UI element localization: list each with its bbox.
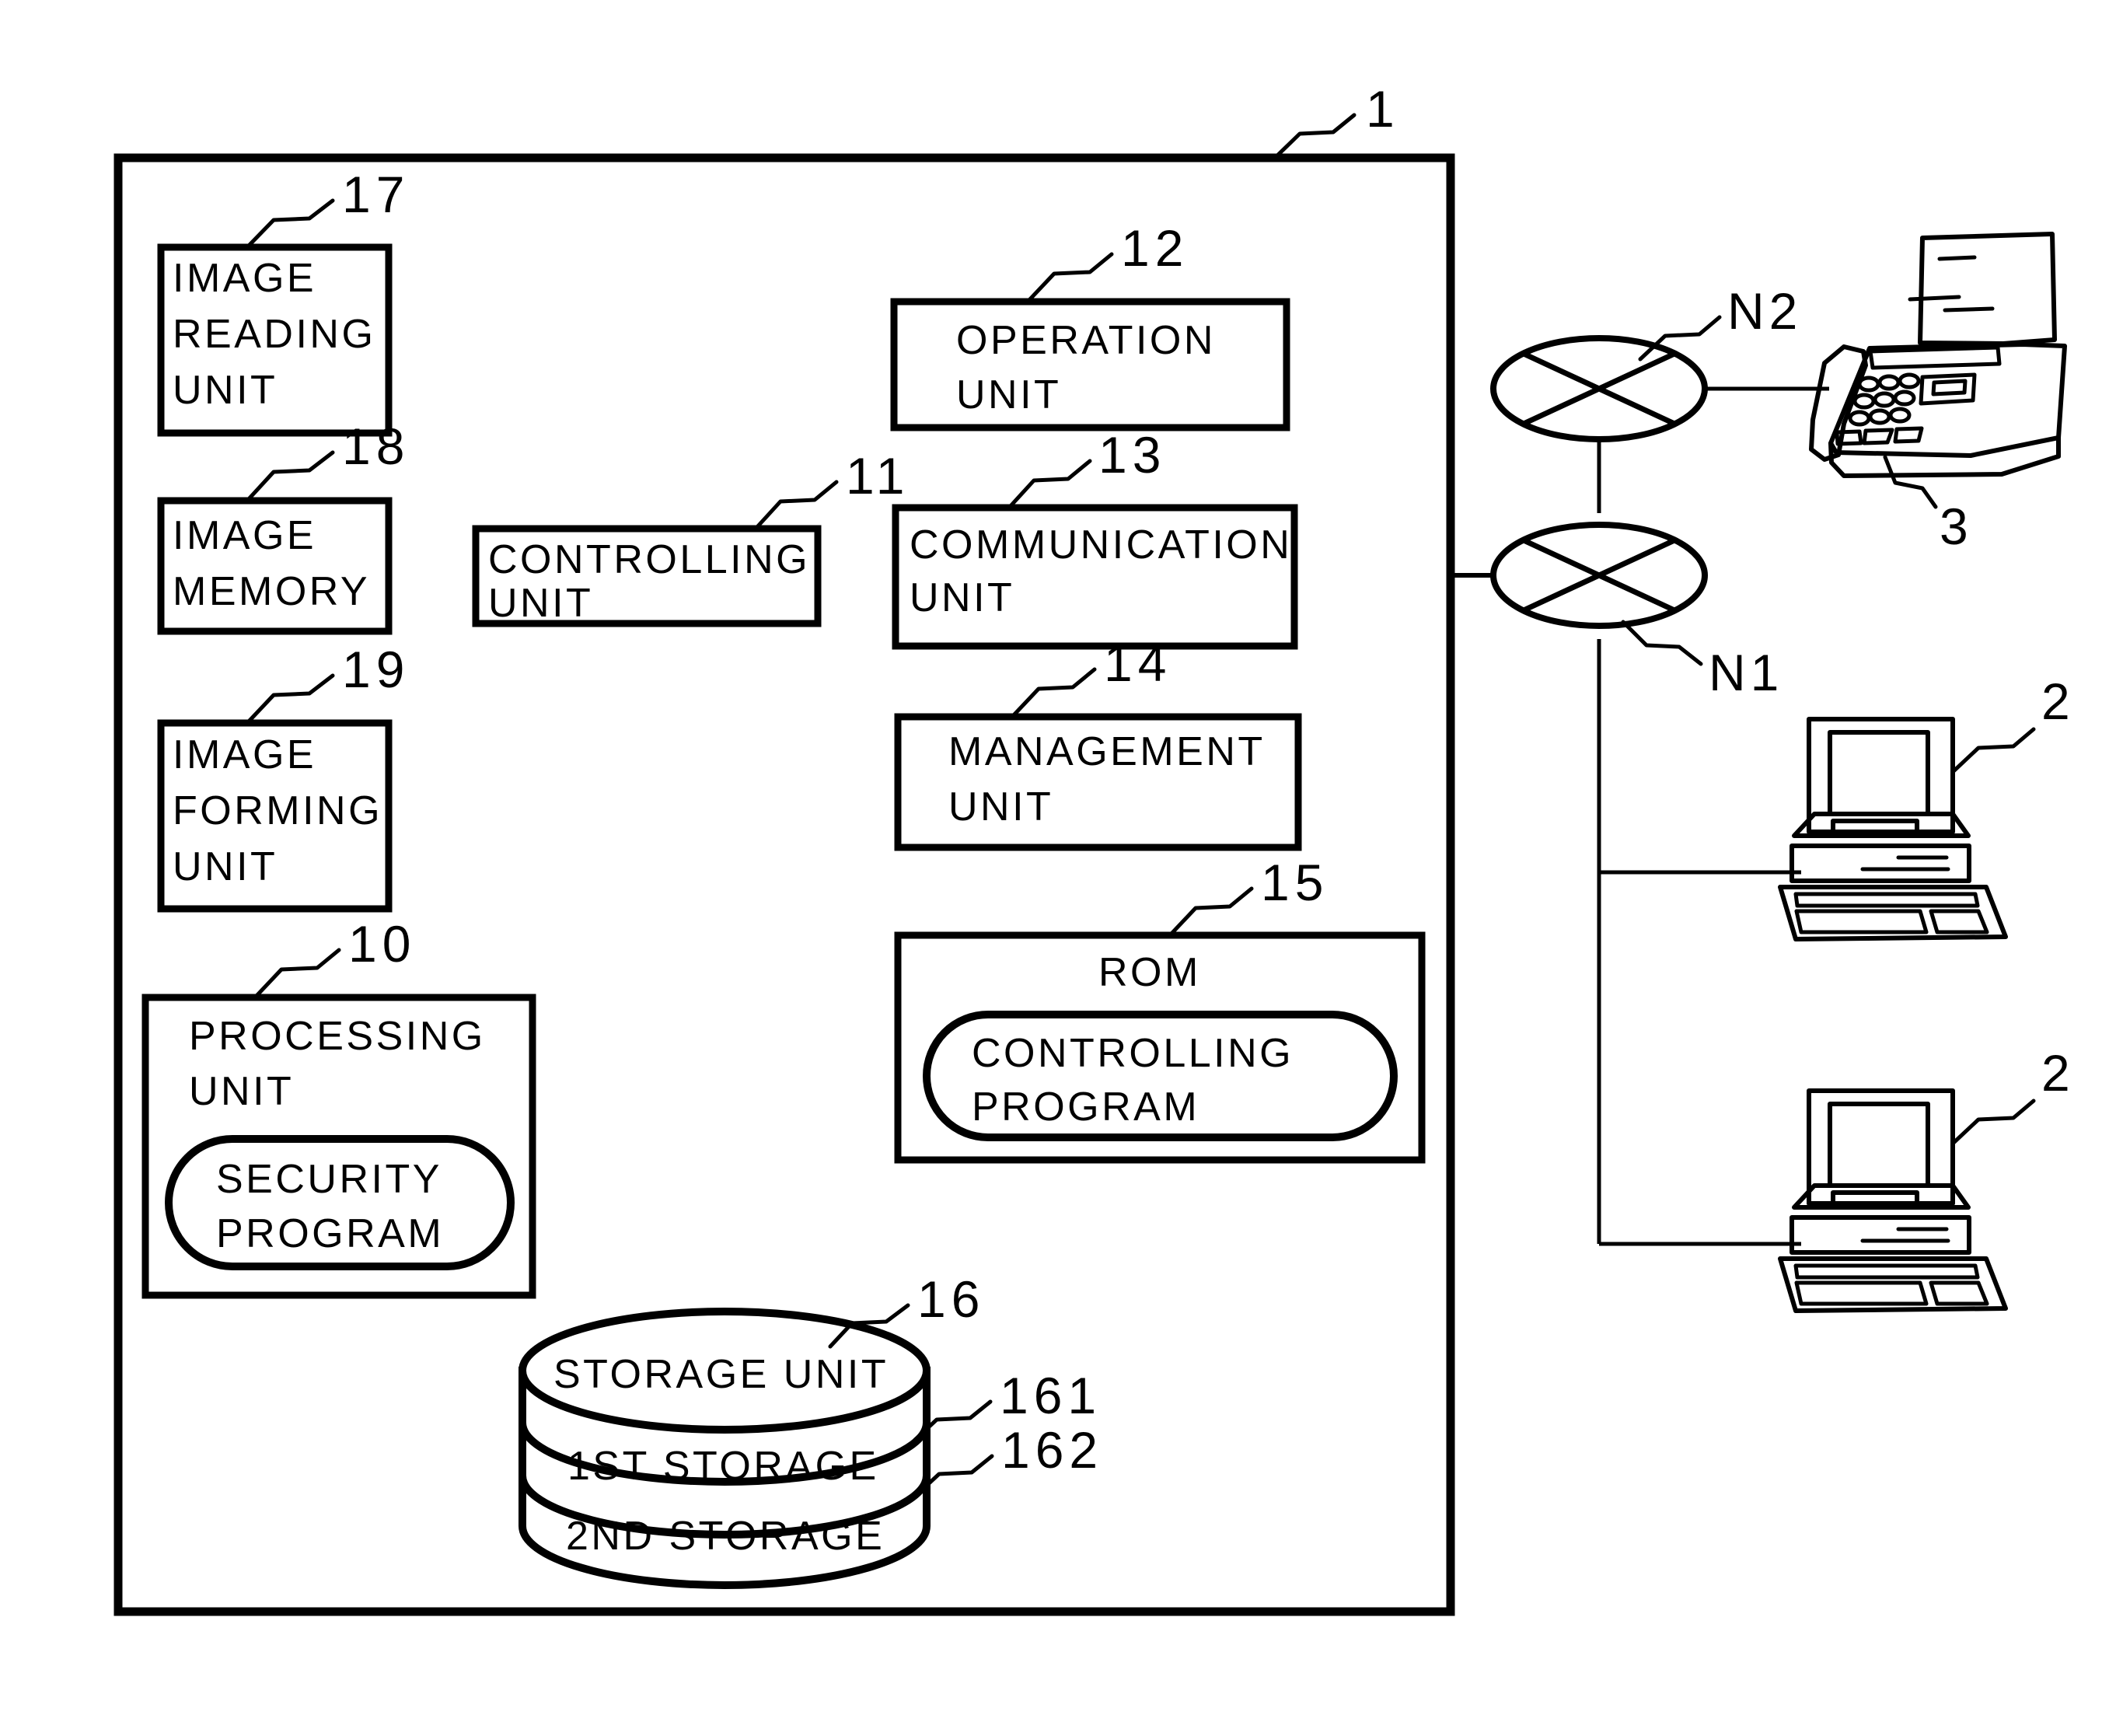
fax-paper: [1918, 232, 2057, 346]
operation-unit-line-2: UNIT: [956, 372, 1061, 417]
controlling-unit-line-2: UNIT: [488, 581, 593, 626]
network-n1[interactable]: N1: [1490, 522, 1783, 701]
fax-machine-icon[interactable]: 3: [1809, 232, 2067, 555]
computer-top-icon[interactable]: 2: [1778, 672, 2076, 941]
program-controlling-program[interactable]: CONTROLLING PROGRAM: [923, 1011, 1398, 1141]
image-forming-unit-line-2: FORMING: [173, 788, 382, 833]
computer-top-keyblock-main: [1794, 909, 1929, 934]
ref-fax: 3: [1940, 498, 1974, 555]
ref-image-reading-unit: 17: [342, 166, 410, 223]
computer-bottom-neck: [1831, 1190, 1919, 1209]
fax-key-3: [1898, 372, 1921, 389]
communication-unit-line-1: COMMUNICATION: [910, 522, 1292, 568]
image-memory-line-2: MEMORY: [173, 569, 370, 614]
ref-image-memory: 18: [342, 417, 410, 475]
ref-computer-bottom: 2: [2041, 1044, 2076, 1102]
management-unit-line-2: UNIT: [948, 784, 1053, 830]
image-reading-unit-line-2: READING: [173, 312, 375, 357]
leader-computer-bottom: [1951, 1099, 2036, 1145]
management-unit-line-1: MANAGEMENT: [948, 729, 1266, 774]
security-program-line-2: PROGRAM: [216, 1211, 444, 1256]
fax-paper-slot: [1868, 345, 2002, 370]
fax-key-5: [1873, 391, 1896, 408]
computer-bottom-keyblock-numpad: [1929, 1280, 1989, 1306]
communication-unit-line-2: UNIT: [910, 575, 1014, 620]
fax-funckey-3: [1893, 426, 1924, 444]
computer-top-keyrow: [1793, 892, 1980, 908]
image-forming-unit-line-3: UNIT: [173, 844, 278, 889]
second-storage-label: 2ND STORAGE: [566, 1514, 885, 1559]
computer-top-neck: [1831, 819, 1919, 837]
ref-controlling-unit: 11: [846, 447, 910, 505]
network-n2-label: N2: [1727, 282, 1802, 340]
fax-key-4: [1852, 393, 1876, 410]
leader-apparatus: [1273, 113, 1357, 160]
computer-bottom-case: [1790, 1215, 1971, 1255]
computer-bottom-icon[interactable]: 2: [1778, 1044, 2076, 1313]
fax-paper-line-1: [1937, 255, 1977, 261]
image-reading-unit-line-1: IMAGE: [173, 256, 316, 301]
ref-rom: 15: [1261, 854, 1329, 911]
network-n2[interactable]: N2: [1490, 282, 1802, 442]
security-program-line-1: SECURITY: [216, 1157, 442, 1202]
image-forming-unit-line-1: IMAGE: [173, 732, 316, 777]
ref-processing-unit: 10: [348, 915, 416, 973]
ref-image-forming-unit: 19: [342, 641, 410, 698]
image-reading-unit-line-3: UNIT: [173, 368, 278, 413]
fax-key-8: [1868, 408, 1891, 425]
ref-first-storage: 161: [1000, 1367, 1102, 1424]
controlling-program-line-1: CONTROLLING: [972, 1031, 1294, 1076]
computer-bottom-keyrow: [1793, 1263, 1980, 1280]
program-security-program[interactable]: SECURITY PROGRAM: [165, 1135, 515, 1270]
computer-top-case: [1790, 844, 1971, 883]
ref-operation-unit: 12: [1121, 219, 1189, 277]
ref-management-unit: 14: [1104, 634, 1171, 692]
fax-key-1: [1857, 375, 1880, 393]
patent-figure: 1 17 IMAGE READING UNIT 18 IMAGE MEMORY …: [0, 0, 2116, 1736]
image-memory-line-1: IMAGE: [173, 513, 316, 558]
fax-key-7: [1848, 410, 1871, 427]
ref-second-storage: 162: [1001, 1421, 1103, 1479]
first-storage-label: 1ST STORAGE: [567, 1444, 879, 1489]
ref-apparatus: 1: [1366, 80, 1400, 138]
processing-unit-line-1: PROCESSING: [189, 1014, 486, 1059]
network-n1-label: N1: [1709, 644, 1783, 701]
leader-computer-top: [1951, 727, 2036, 774]
figure-canvas: 1 17 IMAGE READING UNIT 18 IMAGE MEMORY …: [113, 80, 2076, 1616]
fax-key-6: [1893, 389, 1916, 407]
leader-network-n1: [1621, 620, 1703, 666]
computer-top-screen: [1828, 730, 1930, 816]
storage-unit-title: STORAGE UNIT: [553, 1352, 889, 1397]
ref-storage-unit: 16: [917, 1270, 985, 1328]
leader-fax: [1883, 455, 1938, 509]
controlling-unit-line-1: CONTROLLING: [488, 537, 810, 582]
ref-communication-unit: 13: [1098, 426, 1166, 484]
controlling-program-line-2: PROGRAM: [972, 1085, 1199, 1130]
computer-bottom-screen: [1828, 1102, 1930, 1188]
ref-computer-top: 2: [2041, 672, 2076, 730]
fax-key-9: [1888, 407, 1912, 424]
fax-paper-line-3: [1943, 306, 1995, 313]
fax-key-2: [1877, 374, 1901, 391]
fax-display-inner: [1931, 379, 1968, 396]
computer-bottom-keyblock-main: [1794, 1280, 1929, 1306]
fax-paper-line-2: [1908, 295, 1961, 302]
fax-funckey-2: [1862, 428, 1894, 445]
computer-top-keyblock-numpad: [1929, 909, 1989, 934]
rom-label: ROM: [1098, 950, 1201, 995]
processing-unit-line-2: UNIT: [189, 1069, 294, 1114]
operation-unit-line-1: OPERATION: [956, 318, 1216, 363]
